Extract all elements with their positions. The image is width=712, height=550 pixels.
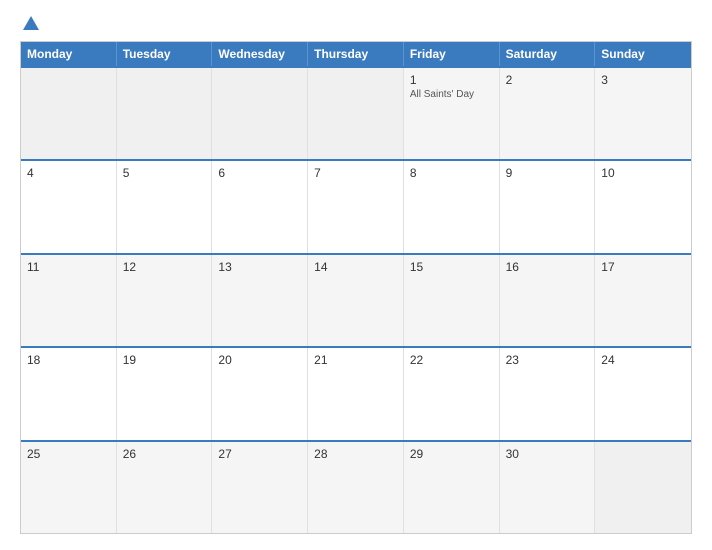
day-number: 14 [314, 260, 397, 274]
cal-cell: 18 [21, 348, 117, 439]
cal-cell: 15 [404, 255, 500, 346]
calendar-body: 1 All Saints' Day 23 456789 10 11 12 13 14 15 16 17… [21, 66, 691, 533]
cal-cell: 14 [308, 255, 404, 346]
cal-cell: 8 [404, 161, 500, 252]
cal-cell: 30 [500, 442, 596, 533]
week-row-3: 18 19 20 21 22 23 24 [21, 346, 691, 439]
cal-cell: 24 [595, 348, 691, 439]
day-number: 22 [410, 353, 493, 367]
cal-cell [21, 68, 117, 159]
day-number: 11 [27, 260, 110, 274]
cal-cell: 4 [21, 161, 117, 252]
cal-cell: 2 [500, 68, 596, 159]
cal-cell: 6 [212, 161, 308, 252]
cal-cell: 25 [21, 442, 117, 533]
holiday-label: All Saints' Day [410, 89, 493, 100]
day-number: 9 [506, 166, 589, 180]
cal-cell: 28 [308, 442, 404, 533]
day-number: 7 [314, 166, 397, 180]
day-number: 24 [601, 353, 685, 367]
cal-cell: 10 [595, 161, 691, 252]
day-number: 19 [123, 353, 206, 367]
header-cell-sunday: Sunday [595, 42, 691, 66]
logo [20, 16, 39, 31]
cal-cell [117, 68, 213, 159]
header-cell-thursday: Thursday [308, 42, 404, 66]
header [20, 16, 692, 31]
day-number: 12 [123, 260, 206, 274]
header-cell-saturday: Saturday [500, 42, 596, 66]
cal-cell: 20 [212, 348, 308, 439]
day-number: 15 [410, 260, 493, 274]
cal-cell: 29 [404, 442, 500, 533]
calendar-header: MondayTuesdayWednesdayThursdayFridaySatu… [21, 42, 691, 66]
day-number: 18 [27, 353, 110, 367]
cal-cell: 19 [117, 348, 213, 439]
cal-cell: 26 [117, 442, 213, 533]
cal-cell: 9 [500, 161, 596, 252]
cal-cell [308, 68, 404, 159]
header-cell-wednesday: Wednesday [212, 42, 308, 66]
day-number: 25 [27, 447, 110, 461]
cal-cell: 27 [212, 442, 308, 533]
day-number: 20 [218, 353, 301, 367]
logo-blue-text [20, 16, 39, 31]
day-number: 6 [218, 166, 301, 180]
day-number: 4 [27, 166, 110, 180]
day-number: 16 [506, 260, 589, 274]
header-cell-monday: Monday [21, 42, 117, 66]
day-number: 10 [601, 166, 685, 180]
day-number: 17 [601, 260, 685, 274]
page: MondayTuesdayWednesdayThursdayFridaySatu… [0, 0, 712, 550]
day-number: 23 [506, 353, 589, 367]
day-number: 26 [123, 447, 206, 461]
day-number: 29 [410, 447, 493, 461]
day-number: 5 [123, 166, 206, 180]
cal-cell: 23 [500, 348, 596, 439]
calendar: MondayTuesdayWednesdayThursdayFridaySatu… [20, 41, 692, 534]
cal-cell: 22 [404, 348, 500, 439]
logo-triangle-icon [23, 16, 39, 30]
week-row-0: 1 All Saints' Day 23 [21, 66, 691, 159]
week-row-1: 456789 10 [21, 159, 691, 252]
day-number: 30 [506, 447, 589, 461]
day-number: 8 [410, 166, 493, 180]
day-number: 2 [506, 73, 589, 87]
header-cell-tuesday: Tuesday [117, 42, 213, 66]
cal-cell [212, 68, 308, 159]
cal-cell: 13 [212, 255, 308, 346]
cal-cell: 7 [308, 161, 404, 252]
day-number: 1 [410, 73, 493, 87]
header-cell-friday: Friday [404, 42, 500, 66]
cal-cell: 16 [500, 255, 596, 346]
day-number: 21 [314, 353, 397, 367]
cal-cell: 3 [595, 68, 691, 159]
day-number: 27 [218, 447, 301, 461]
cal-cell [595, 442, 691, 533]
cal-cell: 17 [595, 255, 691, 346]
day-number: 3 [601, 73, 685, 87]
cal-cell: 21 [308, 348, 404, 439]
cal-cell: 5 [117, 161, 213, 252]
day-number: 28 [314, 447, 397, 461]
week-row-4: 25 26 27 28 29 30 [21, 440, 691, 533]
week-row-2: 11 12 13 14 15 16 17 [21, 253, 691, 346]
cal-cell: 1 All Saints' Day [404, 68, 500, 159]
cal-cell: 12 [117, 255, 213, 346]
day-number: 13 [218, 260, 301, 274]
cal-cell: 11 [21, 255, 117, 346]
